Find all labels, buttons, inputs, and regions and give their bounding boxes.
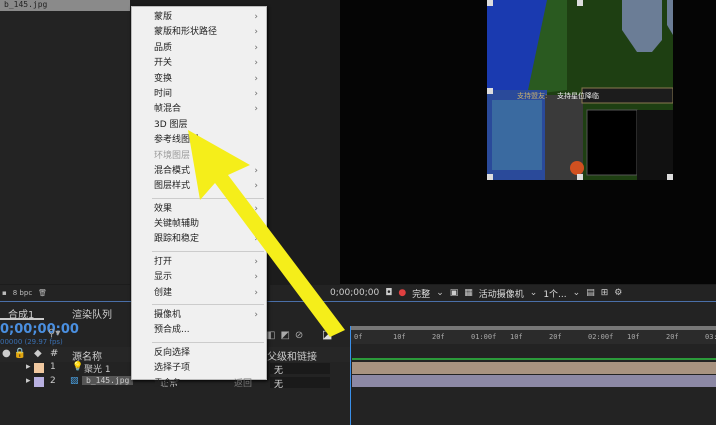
parent-header[interactable]: 父级和链接 (267, 348, 317, 363)
ruler-tick-label: 03:00f (705, 333, 716, 341)
transform-handle[interactable] (487, 174, 493, 180)
chevron-down-icon[interactable]: ⌄ (530, 288, 538, 298)
parent-select[interactable]: 无 (270, 377, 330, 390)
menu-item-label: 蒙版和形状路径 (154, 27, 218, 38)
layer-number: 1 (50, 362, 56, 372)
folder-icon[interactable]: ▪ (2, 289, 7, 297)
chevron-right-icon: › (254, 88, 258, 99)
menu-item-label: 效果 (154, 203, 173, 214)
playhead[interactable] (350, 326, 351, 425)
chevron-right-icon: › (254, 58, 258, 69)
project-panel (0, 0, 130, 284)
region-icon[interactable]: ▣ (450, 288, 459, 298)
transform-handle[interactable] (577, 0, 583, 6)
transform-handle[interactable] (487, 88, 493, 94)
menu-item-label: 创建 (154, 287, 173, 298)
menu-item-label: 变换 (154, 73, 173, 84)
transform-handle[interactable] (487, 0, 493, 6)
menu-item[interactable]: 选择子项 (132, 361, 266, 376)
menu-item-label: 反向选择 (154, 347, 191, 358)
transform-handle[interactable] (577, 174, 583, 180)
trash-icon[interactable]: 🗑 (38, 289, 47, 297)
menu-item-label: 时间 (154, 88, 173, 99)
chevron-right-icon: › (254, 104, 258, 115)
project-toolbar: ▪ 8 bpc 🗑 (0, 285, 130, 301)
layer-bar[interactable] (352, 375, 716, 387)
ruler-tick-label: 20f (432, 333, 445, 341)
menu-item-label: 摄像机 (154, 310, 182, 321)
flowchart-icon[interactable]: ⊞ (601, 288, 609, 298)
ruler-tick-label: 20f (549, 333, 562, 341)
time-ruler[interactable]: 0f10f20f01:00f10f20f02:00f10f20f03:00f (350, 330, 716, 344)
menu-shortcut: 返回 (233, 378, 252, 389)
menu-separator (152, 341, 264, 343)
menu-item[interactable]: 变换 › (132, 72, 266, 87)
label-color[interactable] (34, 363, 44, 373)
menu-item[interactable]: 蒙版和形状路径 › (132, 25, 266, 40)
menu-item[interactable]: 品质 › (132, 41, 266, 56)
game-label: 支持盟友: (517, 92, 548, 100)
ruler-tick-label: 02:00f (588, 333, 614, 341)
chevron-right-icon: › (254, 73, 258, 84)
camera-select[interactable]: 活动摄像机 (479, 287, 524, 300)
transform-handle[interactable] (667, 174, 673, 180)
menu-item-label: 开关 (154, 58, 173, 69)
ruler-tick-label: 10f (627, 333, 640, 341)
menu-item-label: 选择子项 (154, 363, 191, 374)
fast-preview-icon[interactable]: ▤ (586, 288, 595, 298)
layer-number: 2 (50, 376, 56, 386)
menu-item[interactable]: 蒙版 › (132, 10, 266, 25)
game-screenshot (487, 0, 673, 180)
resolution-select[interactable]: 完整 (412, 287, 430, 300)
footage-image[interactable]: 支持盟友: 支持星位降临 (487, 0, 673, 180)
menu-item[interactable]: 帧混合 › (132, 102, 266, 117)
project-file-item[interactable]: b_145.jpg (0, 0, 130, 11)
views-select[interactable]: 1个... (543, 287, 566, 300)
game-text: 支持星位降临 (557, 92, 599, 100)
ruler-tick-label: 10f (510, 333, 523, 341)
menu-item-label: 品质 (154, 42, 173, 53)
chevron-right-icon: › (254, 42, 258, 53)
camera-snapshot-icon[interactable]: ◘ (385, 288, 392, 298)
ruler-tick-label: 20f (666, 333, 679, 341)
menu-item[interactable]: 开关 › (132, 56, 266, 71)
label-icon: ◆ (34, 348, 42, 359)
transparency-grid-icon[interactable]: ▦ (464, 288, 473, 298)
menu-item[interactable]: 反向选择 (132, 346, 266, 361)
image-icon: ▨ (70, 376, 79, 386)
menu-item-label: 蒙版 (154, 12, 173, 22)
menu-item-label: 打开 (154, 256, 173, 267)
layer-bar[interactable] (352, 362, 716, 374)
layer-name[interactable]: 聚光 1 (84, 362, 111, 375)
menu-item[interactable]: 重命名 返回 (132, 377, 266, 392)
menu-item-label: 帧混合 (154, 104, 182, 115)
source-name-header[interactable]: 源名称 (72, 348, 102, 363)
chevron-right-icon: › (254, 27, 258, 38)
active-tab-indicator (0, 318, 44, 320)
label-color[interactable] (34, 377, 44, 387)
menu-item-label: 重命名 (154, 378, 182, 389)
yellow-arrow-annotation (188, 130, 345, 337)
solo-lock-icons: ● 🔒 (2, 348, 27, 359)
ruler-tick-label: 01:00f (471, 333, 497, 341)
tab-render-queue[interactable]: 渲染队列 (72, 306, 112, 321)
parent-select[interactable]: 无 (270, 363, 330, 376)
menu-item-label: 显示 (154, 272, 173, 283)
expand-icon[interactable]: ▸ (26, 376, 31, 386)
chevron-down-icon[interactable]: ⌄ (573, 288, 581, 298)
comp-range-bar (352, 358, 716, 360)
search-icon[interactable]: ⚲▾ (48, 328, 138, 340)
light-icon: 💡 (72, 362, 84, 372)
menu-item[interactable]: 时间 › (132, 87, 266, 102)
layer-name[interactable]: b_145.jpg (82, 376, 134, 385)
chevron-down-icon[interactable]: ⌄ (436, 288, 444, 298)
expand-icon[interactable]: ▸ (26, 362, 31, 372)
chevron-right-icon: › (254, 12, 258, 22)
ruler-tick-label: 10f (393, 333, 406, 341)
bpc-button[interactable]: 8 bpc (13, 289, 32, 297)
color-channels-icon[interactable]: ● (398, 288, 406, 298)
reset-exposure-icon[interactable]: ⚙ (614, 288, 622, 298)
